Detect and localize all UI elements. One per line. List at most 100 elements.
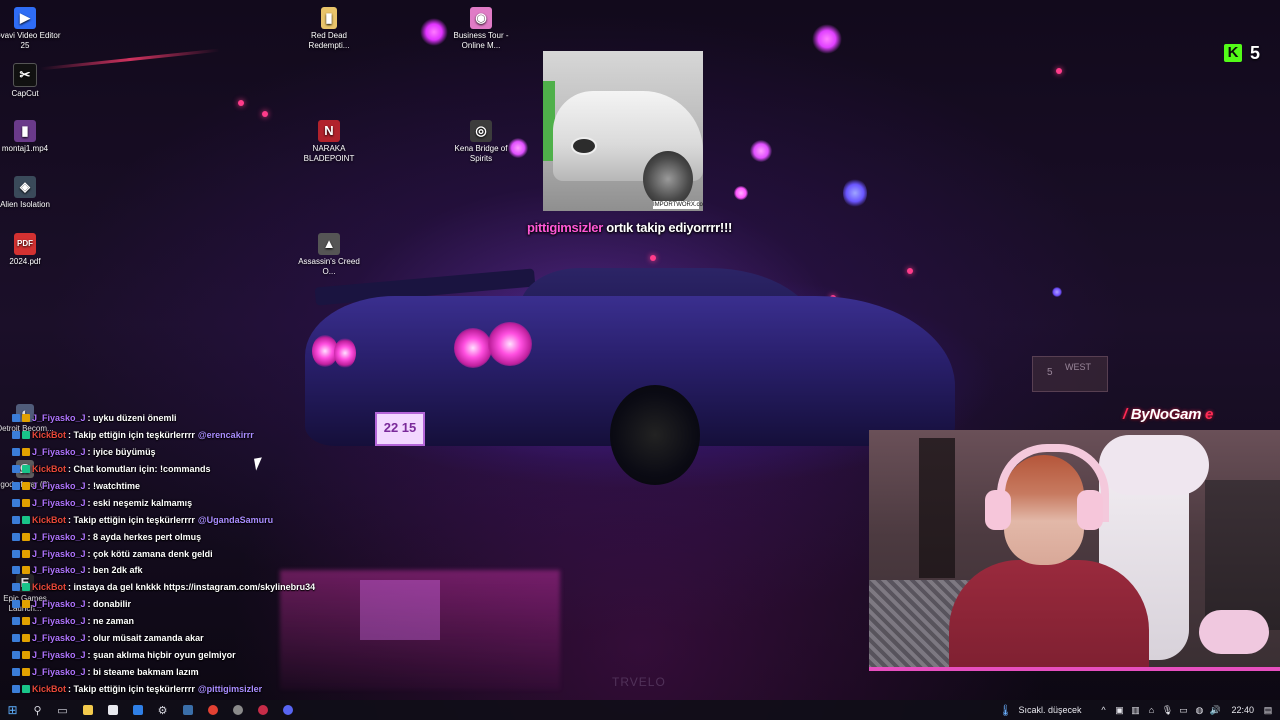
kick-logo-icon: K (1224, 44, 1242, 62)
chat-message: KickBot: instaya da gel knkkk https://in… (12, 579, 482, 596)
file-explorer-icon-shape (82, 705, 93, 715)
chat-username: J_Fiyasko_J (32, 599, 86, 610)
volume-icon[interactable]: 🔊 (1207, 705, 1223, 716)
chrome-icon[interactable] (200, 700, 225, 720)
desktop-icon-label: Red Dead Redempti... (308, 31, 350, 50)
alien-isolation-icon: ◈ (14, 176, 36, 198)
discord-icon-shape (282, 705, 293, 715)
steam-icon-shape (182, 705, 193, 715)
chat-message: J_Fiyasko_J: iyice büyümüş (12, 444, 482, 461)
webcam-feed (869, 430, 1280, 671)
desktop-icon-pdf[interactable]: PDF 2024.pdf (0, 233, 62, 267)
chat-text: : donabilir (87, 599, 132, 610)
desktop-icon-red-dead[interactable]: ▮ Red Dead Redempti... (292, 7, 366, 51)
discord-icon[interactable] (275, 700, 300, 720)
task-view-icon[interactable]: ▭ (50, 700, 75, 720)
chat-badge-icon (12, 465, 20, 474)
chat-badge-icon (12, 448, 20, 457)
settings-icon[interactable]: ⚙ (150, 700, 175, 720)
desktop-icon-label: Assassin's Creed O... (298, 257, 360, 276)
webcam-shelf (919, 438, 955, 578)
chat-username: J_Fiyasko_J (32, 633, 86, 644)
chat-username: J_Fiyasko_J (32, 616, 86, 627)
chat-message: J_Fiyasko_J: ben 2dk afk (12, 562, 482, 579)
chat-username: J_Fiyasko_J (32, 531, 86, 542)
chat-message: J_Fiyasko_J: !watchtime (12, 478, 482, 495)
store-icon-shape (107, 705, 118, 715)
desktop-icon-alien[interactable]: ◈ Alien Isolation (0, 176, 62, 210)
store-icon[interactable] (100, 700, 125, 720)
app-red-icon-shape (257, 705, 268, 715)
chat-text: : şuan aklıma hiçbir oyun gelmiyor (87, 649, 236, 660)
weather-widget[interactable]: 🌡 Sıcakl. düşecek (998, 704, 1081, 717)
steam-icon[interactable] (175, 700, 200, 720)
stream-brand-overlay: / ByNoGam e (1123, 406, 1213, 423)
chat-message: J_Fiyasko_J: ne zaman (12, 613, 482, 630)
chat-badge-icon (12, 600, 20, 609)
obs-icon-shape (232, 705, 243, 715)
desktop-icon-montaj[interactable]: ▮ montaj1.mp4 (0, 120, 62, 154)
bokeh-dot (262, 111, 268, 117)
chat-mention: @pittigimsizler (197, 683, 263, 694)
start-button[interactable]: ⊞ (0, 700, 25, 720)
chat-badge-icon (12, 431, 20, 440)
chat-badge-icon (22, 431, 30, 440)
chat-text: : Takip ettiğin için teşkürlerrrr (68, 683, 195, 694)
network-icon[interactable]: ◍ (1191, 705, 1207, 716)
chat-text: : eski neşemiz kalmamış (87, 497, 193, 508)
notifications-icon[interactable]: ▤ (1260, 705, 1276, 716)
chat-mention: @erencakirrr (197, 430, 254, 441)
desktop-icon-kena[interactable]: ◎ Kena Bridge of Spirits (444, 120, 518, 164)
microphone (1199, 610, 1269, 654)
search-icon[interactable]: ⚲ (25, 700, 50, 720)
clock[interactable]: 22:40 (1231, 705, 1254, 715)
tray-app-icon[interactable]: ⌂ (1143, 705, 1159, 715)
road-sign: 5 WEST (1032, 356, 1108, 392)
webcam-shelf (1205, 480, 1280, 630)
capcut-icon: ✂ (13, 63, 37, 87)
chat-badge-icon (12, 634, 20, 643)
tray-app-icon[interactable]: ▥ (1127, 705, 1143, 716)
file-explorer-icon[interactable] (75, 700, 100, 720)
desktop-icon-business-tour[interactable]: ◉ Business Tour - Online M... (444, 7, 518, 51)
headphone-earcup (985, 490, 1011, 530)
chat-badge-icon (22, 465, 30, 474)
chat-badge-icon (22, 515, 30, 524)
streamer-body (949, 560, 1149, 667)
alert-image: IMPORTWORX.com (543, 51, 703, 211)
tray-app-icon[interactable]: ▣ (1111, 705, 1127, 716)
desktop-icon-naraka[interactable]: N NARAKA BLADEPOINT (292, 120, 366, 164)
desktop-icon-label: Movavi Video Editor 25 (0, 31, 61, 50)
microphone-icon[interactable]: 🎙 (1159, 705, 1175, 716)
desktop-icon-label: NARAKA BLADEPOINT (303, 144, 355, 163)
chat-mention: @UgandaSamuru (197, 514, 274, 525)
desktop-icon-assassins-creed[interactable]: ▲ Assassin's Creed O... (292, 233, 366, 277)
alert-username: pittigimsizler (527, 220, 603, 235)
app-red-icon[interactable] (250, 700, 275, 720)
display-icon[interactable]: ▭ (1175, 705, 1191, 716)
outlook-icon[interactable] (125, 700, 150, 720)
road-sign-number: 5 (1047, 367, 1053, 378)
follow-alert-text: pittigimsizler ortık takip ediyorrrr!!! (527, 220, 732, 235)
chat-text: : iyice büyümüş (87, 447, 156, 458)
chat-text: : 8 ayda herkes pert olmuş (87, 531, 202, 542)
alert-car-plate: IMPORTWORX.com (653, 201, 703, 209)
desktop-icon-capcut[interactable]: ✂ CapCut (0, 63, 62, 99)
viewer-count-badge: K 5 (1224, 42, 1260, 64)
desktop-icon-label: montaj1.mp4 (1, 144, 49, 153)
chat-badge-icon (12, 482, 20, 490)
desktop-icon-label: CapCut (11, 89, 39, 98)
chat-text: : instaya da gel knkkk https://instagram… (68, 582, 316, 593)
movavi-icon: ▶ (14, 7, 36, 29)
chat-username: KickBot (32, 514, 67, 525)
tray-overflow-chevron-icon[interactable]: ^ (1095, 705, 1111, 715)
chat-badge-icon (12, 549, 20, 558)
desktop-icon-label: Business Tour - Online M... (453, 31, 509, 50)
chat-username: J_Fiyasko_J (32, 497, 86, 508)
chat-message: KickBot: Takip ettiğin için teşkürlerrrr… (12, 680, 482, 697)
neon-light (812, 24, 842, 54)
desktop-icon-movavi[interactable]: ▶ Movavi Video Editor 25 (0, 7, 62, 51)
desktop-icon-label: 2024.pdf (9, 257, 41, 266)
chat-message: J_Fiyasko_J: bi steame bakmam lazım (12, 663, 482, 680)
obs-icon[interactable] (225, 700, 250, 720)
